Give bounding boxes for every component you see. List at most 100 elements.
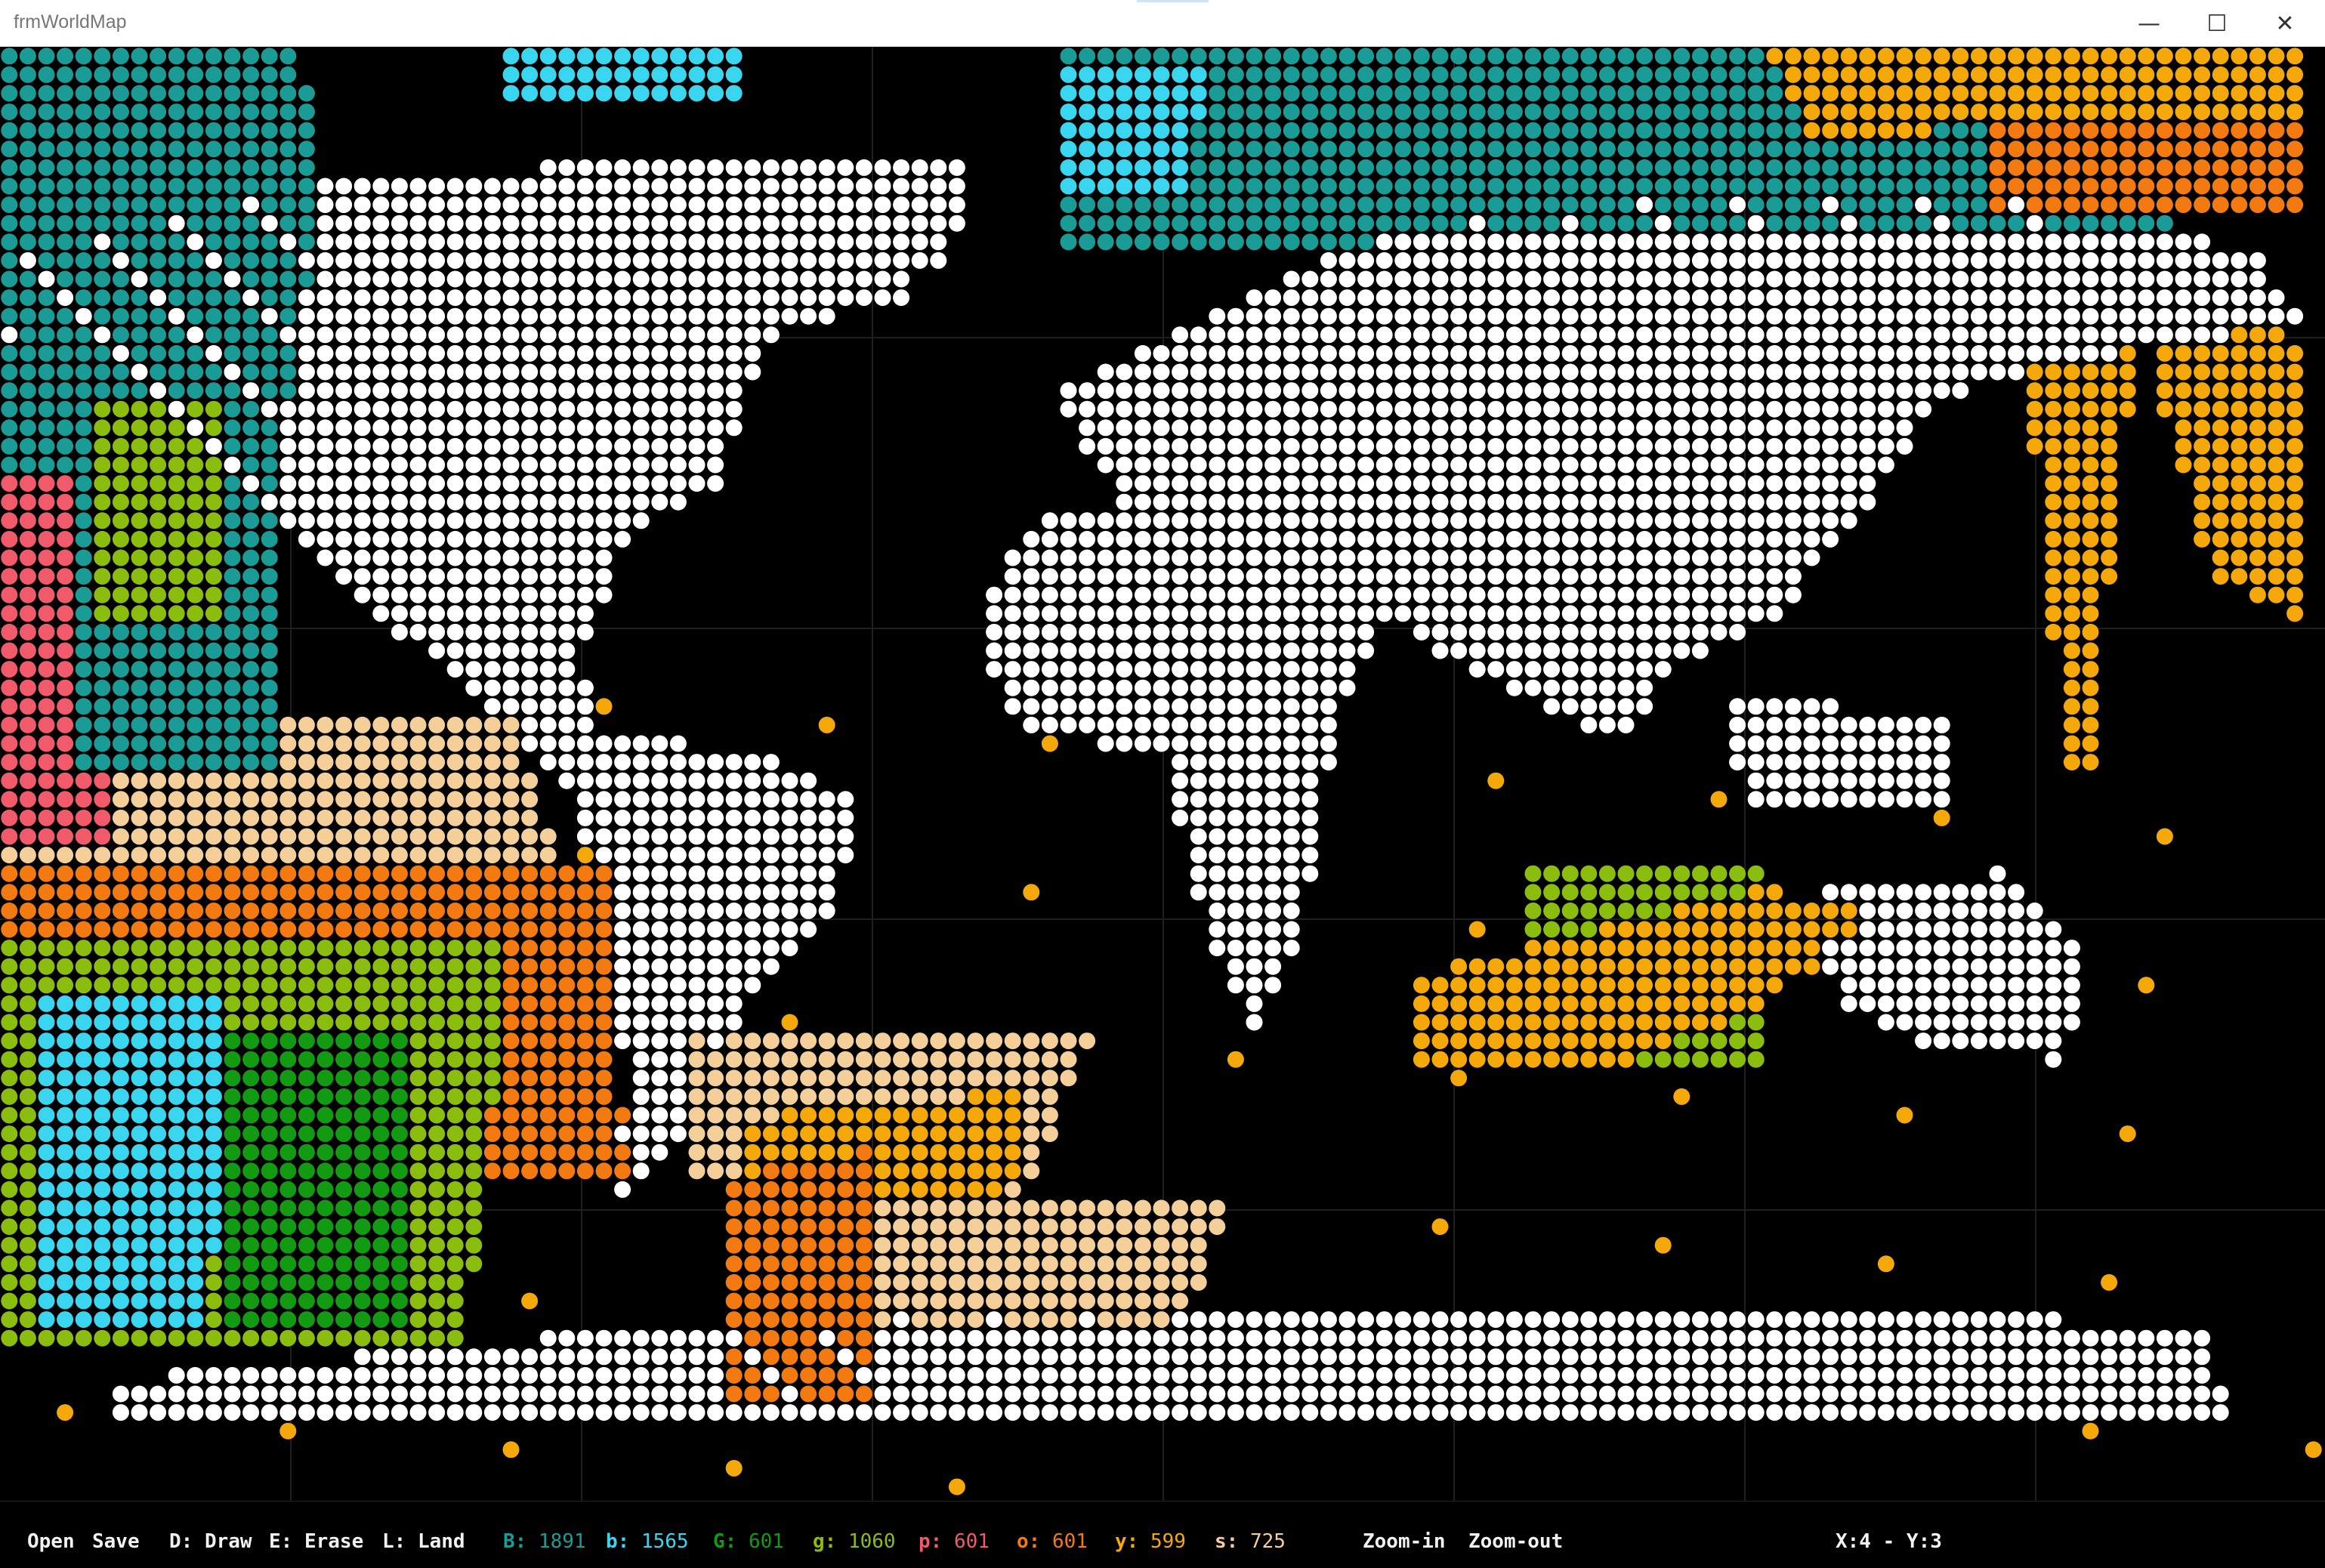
map-dot — [1561, 698, 1579, 715]
map-dot — [1209, 735, 1226, 752]
map-dot — [1747, 103, 1765, 121]
map-dot — [2249, 289, 2266, 307]
map-dot — [1617, 140, 1635, 158]
map-dot — [168, 307, 185, 325]
dot-grid[interactable] — [0, 47, 2325, 1501]
map-dot — [261, 382, 278, 400]
map-dot — [1097, 233, 1114, 251]
map-dot — [818, 828, 835, 845]
map-dot — [2268, 437, 2285, 455]
map-dot — [335, 1070, 353, 1087]
map-dot — [1673, 568, 1690, 585]
map-dot — [1023, 716, 1040, 733]
map-dot — [1264, 791, 1282, 808]
map-dot — [372, 307, 390, 325]
map-dot — [1264, 215, 1282, 232]
map-dot — [1561, 85, 1579, 102]
map-dot — [354, 177, 371, 195]
world-map-canvas[interactable] — [0, 47, 2325, 1501]
map-dot — [558, 1014, 576, 1031]
map-dot — [1431, 307, 1449, 325]
map-dot — [1710, 326, 1728, 344]
map-dot — [1041, 1070, 1058, 1087]
map-dot — [651, 344, 668, 362]
map-dot — [1264, 512, 1282, 529]
map-dot — [1209, 902, 1226, 919]
map-dot — [205, 735, 222, 752]
maximize-button[interactable]: ☐ — [2183, 0, 2251, 47]
map-dot — [2212, 456, 2229, 474]
map-dot — [1766, 270, 1783, 288]
map-dot — [2286, 122, 2304, 139]
map-dot — [1338, 530, 1356, 548]
map-dot — [1320, 493, 1337, 511]
map-dot — [1320, 233, 1337, 251]
map-dot — [1357, 437, 1375, 455]
map-dot — [1636, 289, 1653, 307]
map-dot — [1636, 977, 1653, 994]
map-dot — [1877, 159, 1894, 176]
map-dot — [112, 493, 129, 511]
map-dot — [94, 475, 111, 492]
map-dot — [1468, 1051, 1486, 1068]
map-dot — [75, 196, 92, 214]
map-dot — [205, 568, 222, 585]
map-dot — [1283, 437, 1300, 455]
close-button[interactable]: ✕ — [2251, 0, 2319, 47]
map-dot — [1543, 344, 1561, 362]
map-dot — [131, 363, 148, 381]
map-dot — [335, 419, 353, 437]
map-dot — [1989, 363, 2006, 381]
map-dot — [744, 270, 761, 288]
map-dot — [2175, 456, 2192, 474]
map-dot — [1970, 977, 1987, 994]
map-dot — [2286, 48, 2304, 65]
map-dot — [224, 735, 241, 752]
map-dot — [502, 419, 520, 437]
minimize-button[interactable]: — — [2115, 0, 2183, 47]
map-dot — [150, 512, 167, 529]
map-dot — [2119, 1125, 2136, 1143]
map-dot — [19, 586, 36, 603]
map-dot — [335, 865, 353, 882]
map-dot — [2194, 530, 2211, 548]
map-dot — [261, 493, 278, 511]
map-dot — [335, 530, 353, 548]
map-dot — [558, 512, 576, 529]
map-dot — [57, 1107, 74, 1124]
map-dot — [1468, 958, 1486, 975]
map-dot — [261, 66, 278, 83]
map-dot — [818, 1032, 835, 1050]
map-dot — [483, 902, 501, 919]
map-dot — [483, 809, 501, 826]
map-dot — [279, 252, 297, 269]
map-dot — [2026, 958, 2043, 975]
map-dot — [187, 940, 204, 957]
map-dot — [1097, 605, 1114, 622]
map-dot — [1747, 605, 1765, 622]
map-dot — [2082, 475, 2099, 492]
map-dot — [261, 437, 278, 455]
map-dot — [1172, 586, 1189, 603]
map-dot — [483, 1070, 501, 1087]
map-dot — [1859, 252, 1876, 269]
map-dot — [595, 809, 613, 826]
map-dot — [1153, 159, 1170, 176]
map-dot — [483, 530, 501, 548]
map-dot — [242, 586, 260, 603]
map-dot — [2175, 437, 2192, 455]
map-dot — [112, 382, 129, 400]
map-dot — [335, 847, 353, 864]
map-dot — [1023, 1032, 1040, 1050]
map-dot — [1246, 623, 1263, 640]
map-dot — [19, 605, 36, 622]
map-dot — [1450, 233, 1468, 251]
map-dot — [150, 437, 167, 455]
map-dot — [1338, 456, 1356, 474]
map-dot — [1933, 809, 1950, 826]
map-dot — [1636, 85, 1653, 102]
map-dot — [911, 1051, 928, 1068]
map-dot — [1822, 716, 1839, 733]
map-dot — [669, 382, 687, 400]
map-dot — [483, 307, 501, 325]
